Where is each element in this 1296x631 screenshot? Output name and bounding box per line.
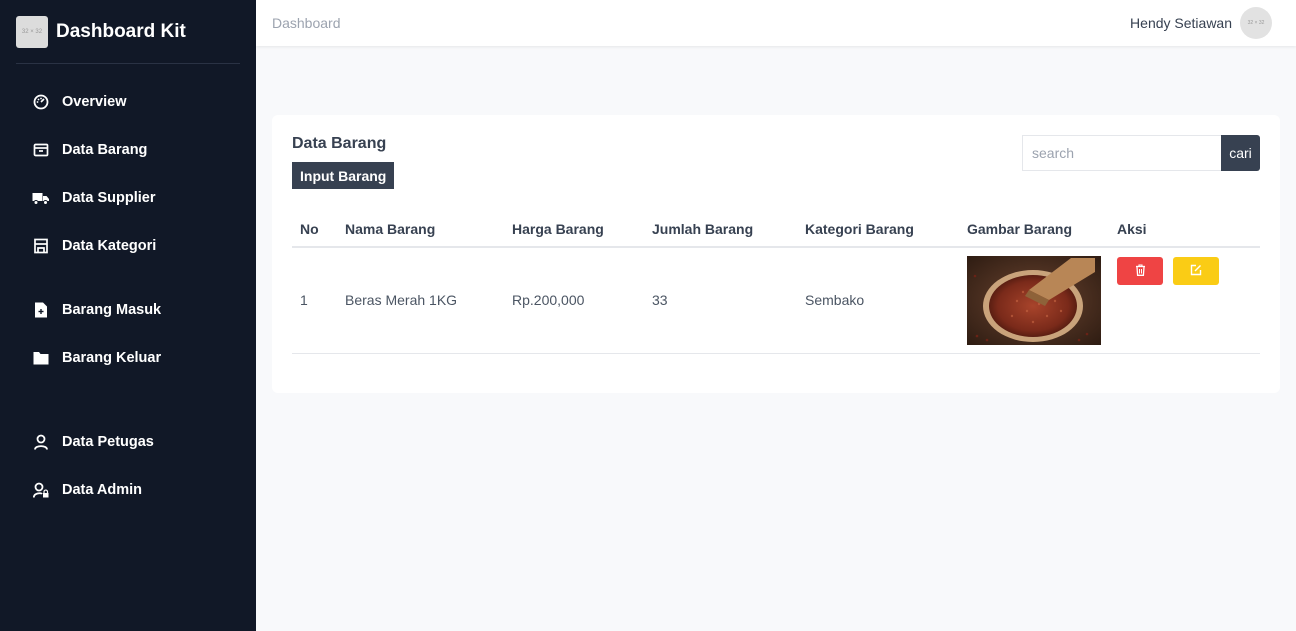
sidebar-item-data-petugas[interactable]: Data Petugas <box>32 430 154 454</box>
search-button[interactable]: cari <box>1221 135 1260 171</box>
sidebar-item-overview[interactable]: Overview <box>32 90 127 114</box>
sidebar-item-barang-masuk[interactable]: Barang Masuk <box>32 298 161 322</box>
cell-gambar <box>959 247 1109 354</box>
top-bar: Dashboard Hendy Setiawan 32 × 32 <box>256 0 1296 46</box>
sidebar-item-label: Data Supplier <box>62 190 156 206</box>
cell-aksi <box>1109 247 1260 354</box>
trash-icon <box>1135 263 1146 279</box>
sidebar-item-label: Data Petugas <box>62 434 154 450</box>
sidebar-item-data-barang[interactable]: Data Barang <box>32 138 147 162</box>
sidebar-item-label: Overview <box>62 94 127 110</box>
sidebar: 32 × 32 Dashboard Kit Overview Data Bara… <box>0 0 256 631</box>
breadcrumb[interactable]: Dashboard <box>272 15 341 31</box>
sidebar-item-barang-keluar[interactable]: Barang Keluar <box>32 346 161 370</box>
cell-jumlah: 33 <box>644 247 797 354</box>
search-input[interactable] <box>1022 135 1222 171</box>
brand-logo: 32 × 32 <box>16 15 48 48</box>
red-rice-photo <box>967 255 1101 345</box>
column-header-gambar: Gambar Barang <box>959 211 1109 248</box>
column-header-kategori: Kategori Barang <box>797 211 959 248</box>
brand: 32 × 32 Dashboard Kit <box>16 0 240 64</box>
sidebar-item-label: Data Admin <box>62 482 143 498</box>
column-header-harga: Harga Barang <box>504 211 644 248</box>
input-barang-button[interactable]: Input Barang <box>292 162 395 189</box>
table-row: 1 Beras Merah 1KG Rp.200,000 33 Sembako <box>292 247 1260 354</box>
column-header-jumlah: Jumlah Barang <box>644 211 797 248</box>
column-header-no: No <box>292 211 337 248</box>
user-lock-icon <box>32 481 50 499</box>
brand-title: Dashboard Kit <box>56 20 186 42</box>
data-barang-card: Data Barang Input Barang cari No Nama Ba… <box>272 115 1280 393</box>
sidebar-item-label: Barang Keluar <box>62 350 162 366</box>
column-header-aksi: Aksi <box>1109 211 1260 248</box>
sidebar-item-label: Barang Masuk <box>62 302 162 318</box>
cell-no: 1 <box>292 247 337 354</box>
sidebar-item-data-admin[interactable]: Data Admin <box>32 478 142 502</box>
edit-button[interactable] <box>1172 257 1219 285</box>
user-icon <box>32 433 50 451</box>
sidebar-item-label: Data Kategori <box>62 238 157 254</box>
dashboard-gauge-icon <box>32 93 50 111</box>
sidebar-item-data-kategori[interactable]: Data Kategori <box>32 234 156 258</box>
truck-icon <box>32 189 50 207</box>
edit-icon <box>1190 264 1202 279</box>
data-barang-table: No Nama Barang Harga Barang Jumlah Baran… <box>292 211 1260 354</box>
page-title: Data Barang <box>292 135 387 152</box>
column-header-nama: Nama Barang <box>337 211 504 248</box>
archive-box-icon <box>32 141 50 159</box>
avatar[interactable]: 32 × 32 <box>1240 7 1272 39</box>
table-header-row: No Nama Barang Harga Barang Jumlah Baran… <box>292 211 1260 248</box>
delete-button[interactable] <box>1117 257 1163 285</box>
cell-kategori: Sembako <box>797 247 959 354</box>
file-plus-icon <box>32 301 50 319</box>
folder-icon <box>32 349 50 367</box>
user-name[interactable]: Hendy Setiawan <box>1130 15 1232 31</box>
sidebar-item-data-supplier[interactable]: Data Supplier <box>32 186 155 210</box>
sidebar-item-label: Data Barang <box>62 142 148 158</box>
store-icon <box>32 237 50 255</box>
cell-harga: Rp.200,000 <box>504 247 644 354</box>
cell-nama: Beras Merah 1KG <box>337 247 504 354</box>
